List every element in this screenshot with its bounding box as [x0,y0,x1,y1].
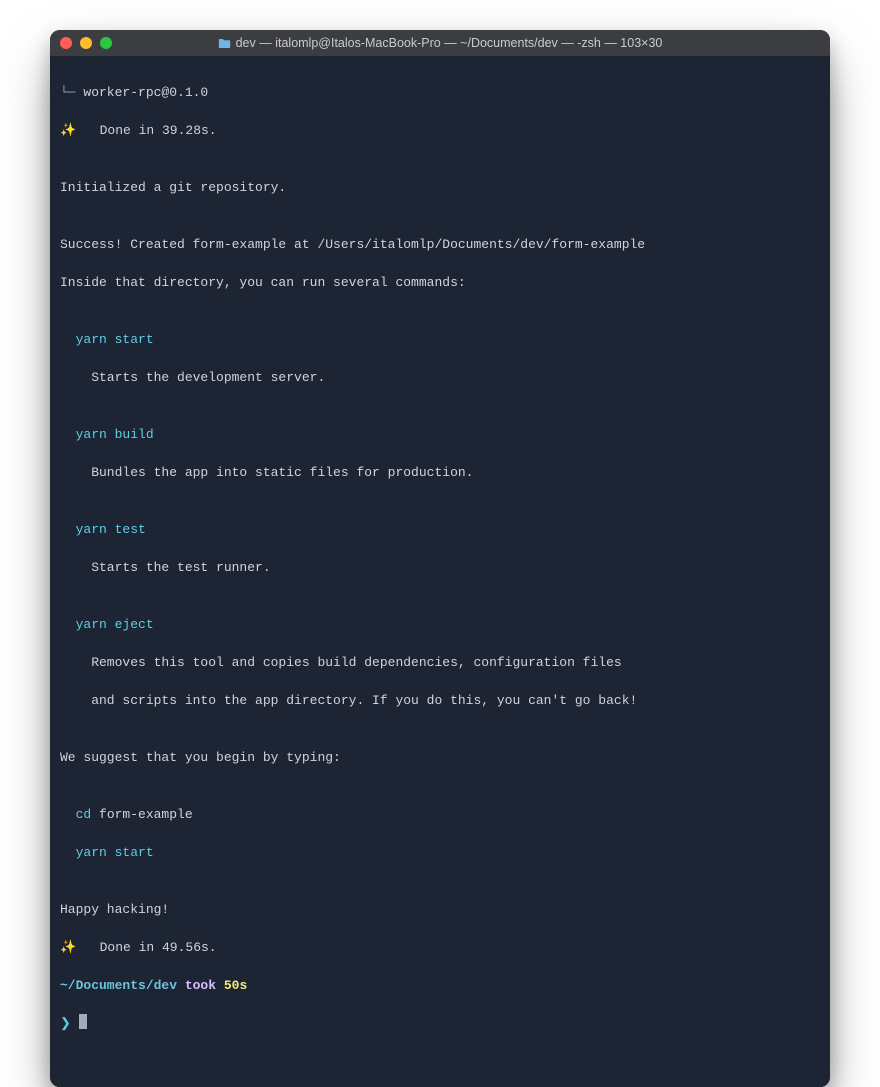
prompt-status: ~/Documents/dev took 50s [60,976,820,995]
maximize-button[interactable] [100,37,112,49]
folder-icon [218,38,231,49]
traffic-lights [60,37,112,49]
output-line: We suggest that you begin by typing: [60,748,820,767]
terminal-window: dev — italomlp@Italos-MacBook-Pro — ~/Do… [50,30,830,1087]
output-line: Bundles the app into static files for pr… [60,463,820,482]
output-line: Removes this tool and copies build depen… [60,653,820,672]
prompt-line[interactable]: ❯ [60,1014,820,1033]
output-line: ✨ Done in 39.28s. [60,121,820,140]
output-line: Inside that directory, you can run sever… [60,273,820,292]
command-hint: yarn test [60,520,820,539]
output-line: └─ worker-rpc@0.1.0 [60,83,820,102]
minimize-button[interactable] [80,37,92,49]
close-button[interactable] [60,37,72,49]
output-line: Happy hacking! [60,900,820,919]
output-line: Initialized a git repository. [60,178,820,197]
output-line: ✨ Done in 49.56s. [60,938,820,957]
terminal-body[interactable]: └─ worker-rpc@0.1.0 ✨ Done in 39.28s. In… [50,56,830,1087]
output-line: and scripts into the app directory. If y… [60,691,820,710]
cursor [79,1014,87,1029]
command-hint: yarn start [60,330,820,349]
titlebar-text: dev — italomlp@Italos-MacBook-Pro — ~/Do… [236,36,663,50]
command-hint: cd form-example [60,805,820,824]
sparkle-icon: ✨ [60,940,100,955]
output-line: Success! Created form-example at /Users/… [60,235,820,254]
sparkle-icon: ✨ [60,123,100,138]
command-hint: yarn eject [60,615,820,634]
output-line: Starts the test runner. [60,558,820,577]
titlebar-title: dev — italomlp@Italos-MacBook-Pro — ~/Do… [50,36,830,50]
command-hint: yarn start [60,843,820,862]
output-line: Starts the development server. [60,368,820,387]
titlebar: dev — italomlp@Italos-MacBook-Pro — ~/Do… [50,30,830,56]
command-hint: yarn build [60,425,820,444]
